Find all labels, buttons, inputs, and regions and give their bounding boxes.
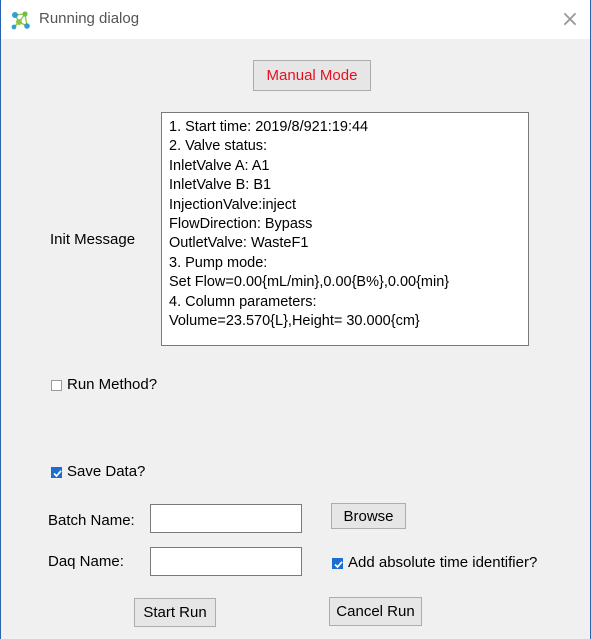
title-bar: Running dialog ×	[1, 0, 590, 39]
absolute-time-checkbox[interactable]	[332, 558, 343, 569]
cancel-run-button[interactable]: Cancel Run	[329, 597, 422, 626]
init-message-line: 4. Column parameters:	[169, 293, 317, 310]
init-message-line: Set Flow=0.00{mL/min},0.00{B%},0.00{min}	[169, 274, 450, 291]
init-message-line: InletValve A: A1	[169, 157, 270, 174]
running-dialog-window: Running dialog × Manual Mode Init Messag…	[0, 0, 591, 639]
save-data-checkbox[interactable]	[51, 467, 62, 478]
init-message-line: 1. Start time: 2019/8/921:19:44	[169, 119, 369, 135]
init-message-line: Volume=23.570{L},Height= 30.000{cm}	[169, 313, 420, 330]
browse-button[interactable]: Browse	[331, 503, 406, 529]
window-title: Running dialog	[39, 10, 140, 27]
close-icon[interactable]: ×	[550, 0, 590, 39]
init-message-line: InjectionValve:inject	[169, 196, 297, 213]
save-data-label[interactable]: Save Data?	[67, 462, 145, 482]
init-message-box[interactable]: 1. Start time: 2019/8/921:19:44 2. Valve…	[161, 112, 529, 346]
init-message-line: 2. Valve status:	[169, 138, 268, 155]
batch-name-label: Batch Name:	[48, 512, 135, 529]
start-run-button[interactable]: Start Run	[134, 598, 216, 627]
init-message-line: 3. Pump mode:	[169, 254, 268, 271]
checkmark-icon	[334, 561, 343, 569]
network-nodes-icon	[10, 9, 32, 31]
run-method-label[interactable]: Run Method?	[67, 375, 157, 395]
manual-mode-button[interactable]: Manual Mode	[253, 60, 371, 91]
daq-name-label: Daq Name:	[48, 553, 124, 570]
init-message-line: OutletValve: WasteF1	[169, 235, 309, 252]
init-message-line: FlowDirection: Bypass	[169, 216, 313, 233]
absolute-time-label[interactable]: Add absolute time identifier?	[348, 553, 537, 573]
init-message-label: Init Message	[50, 231, 136, 248]
init-message-line: InletValve B: B1	[169, 177, 272, 194]
daq-name-input[interactable]	[150, 547, 302, 576]
batch-name-input[interactable]	[150, 504, 302, 533]
run-method-checkbox[interactable]	[51, 380, 62, 391]
checkmark-icon	[53, 470, 62, 478]
